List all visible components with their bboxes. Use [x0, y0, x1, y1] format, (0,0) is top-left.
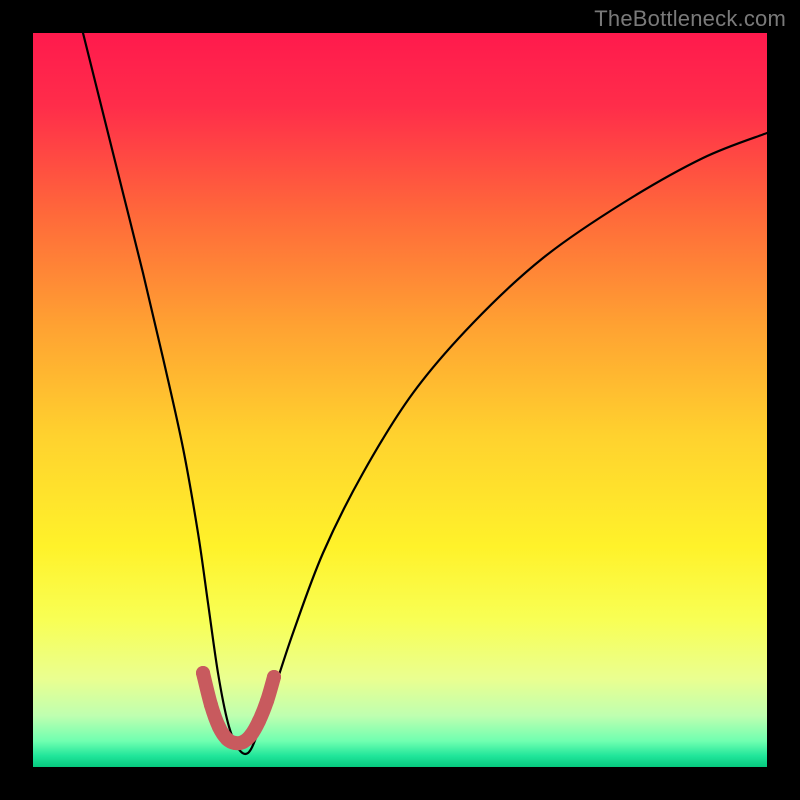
valley-dot — [204, 698, 218, 712]
bottleneck-curve — [83, 33, 767, 754]
valley-dot — [244, 728, 258, 742]
watermark-text: TheBottleneck.com — [594, 6, 786, 32]
valley-dot — [267, 670, 281, 684]
chart-svg — [33, 33, 767, 767]
valley-dot — [212, 720, 226, 734]
valley-dot — [252, 714, 266, 728]
valley-dot — [196, 666, 210, 680]
chart-frame — [33, 33, 767, 767]
valley-dot — [260, 694, 274, 708]
